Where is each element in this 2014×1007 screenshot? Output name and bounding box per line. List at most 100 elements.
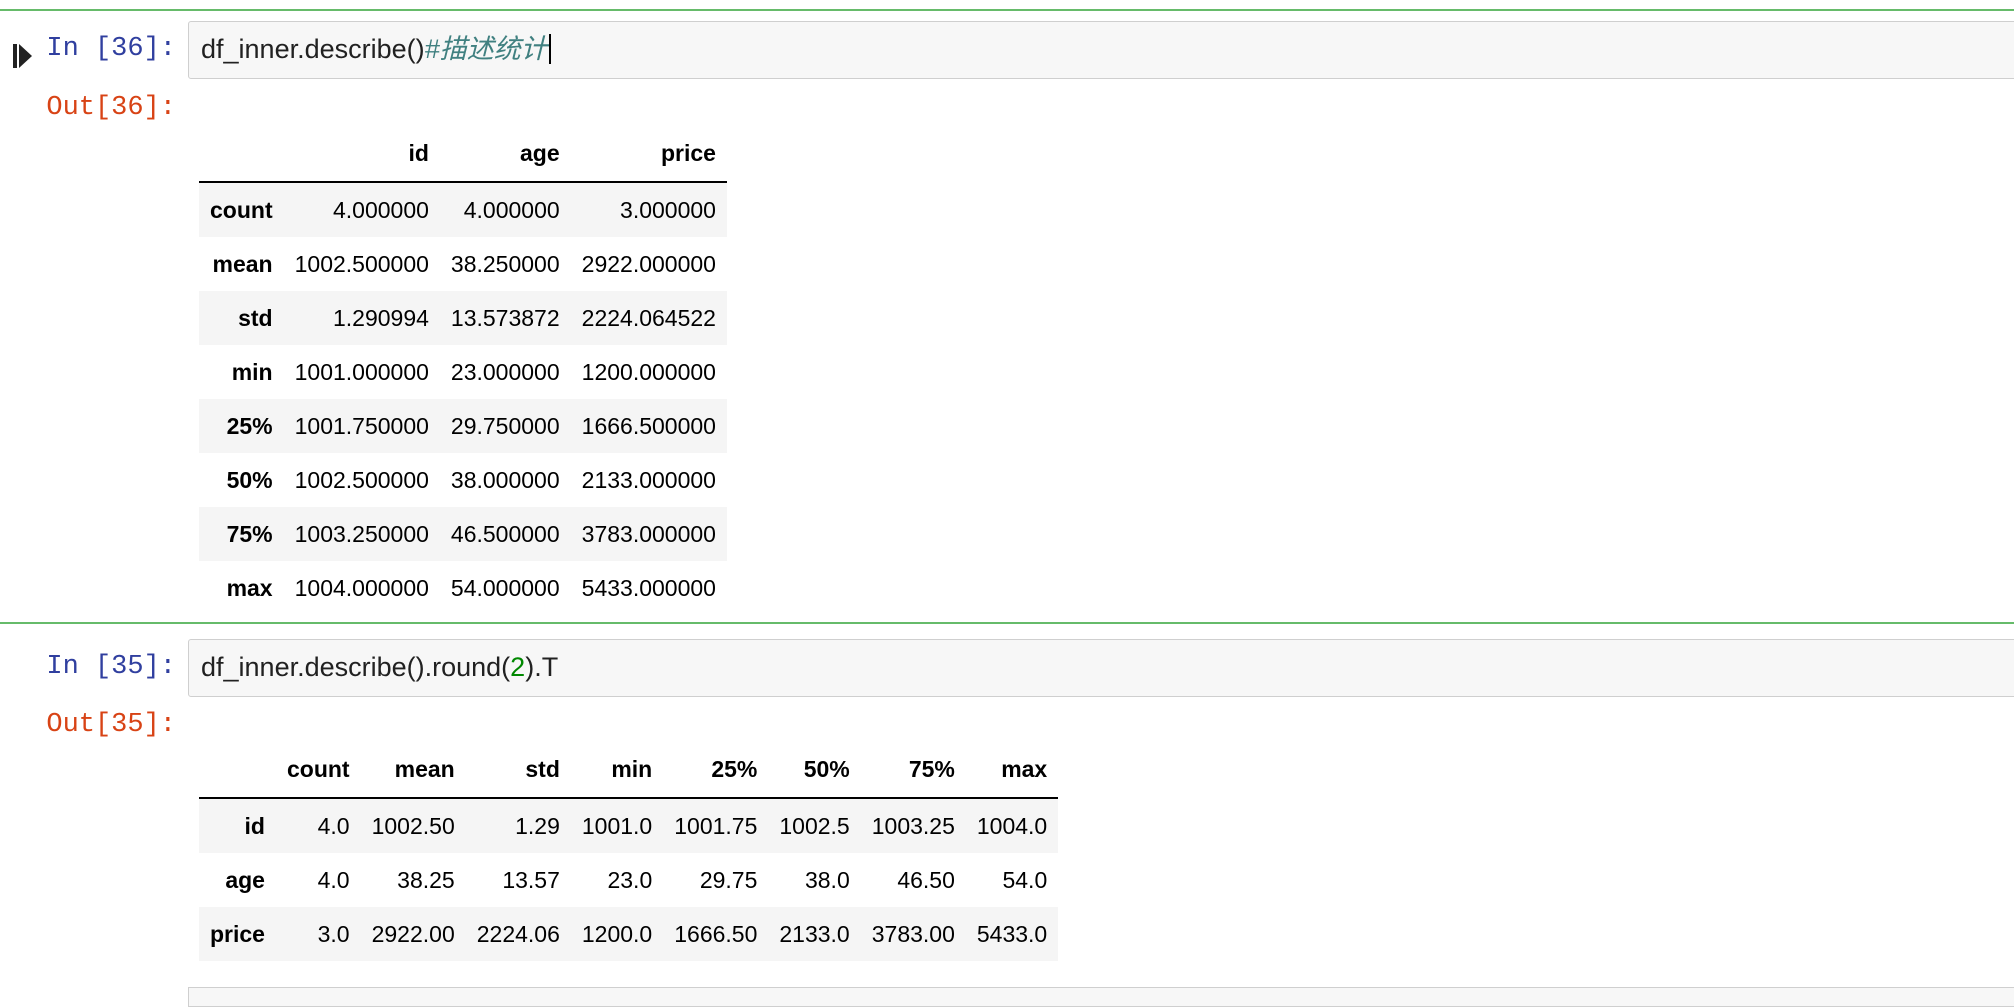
row-label: 75% [226,520,273,547]
selected-cell-top-border [0,9,2014,11]
column-header: price [570,125,727,183]
table-cell: 3.000000 [620,196,716,223]
code-comment: #描述统计 [424,34,548,64]
table-cell: 29.750000 [450,412,560,439]
row-label: count [210,196,273,223]
table-cell: 54.0 [1002,866,1048,893]
table-cell: 1001.000000 [294,358,429,385]
row-label: min [231,358,273,385]
table-cell: 4.000000 [332,196,429,223]
output-prompt: Out[36]: [46,93,176,123]
table-cell: 1003.250000 [294,520,429,547]
table-cell: 13.573872 [450,304,560,331]
table-row: 50% 1002.500000 38.000000 2133.000000 [199,453,727,507]
column-header: mean [360,741,466,799]
table-cell: 1002.500000 [294,466,429,493]
code-text: df_inner.describe().round( [201,652,511,682]
table-cell: 3783.000000 [581,520,716,547]
table-row: 25% 1001.750000 29.750000 1666.500000 [199,399,727,453]
table-cell: 1004.0 [976,812,1048,839]
column-header: 75% [860,741,966,799]
table-cell: 1001.0 [581,812,653,839]
row-label: id [244,812,265,839]
row-label: price [210,920,265,947]
code-text: df_inner.describe() [201,34,425,64]
table-cell: 1.29 [515,812,560,839]
table-cell: 46.500000 [450,520,560,547]
table-cell: 23.0 [607,866,653,893]
output-prompt: Out[35]: [46,710,176,740]
table-cell: 1001.750000 [294,412,429,439]
table-cell: 13.57 [502,866,560,893]
column-header: count [275,741,361,799]
table-row: max 1004.000000 54.000000 5433.000000 [199,561,727,615]
input-prompt: In [35]: [46,652,176,682]
table-cell: 23.000000 [450,358,560,385]
table-cell: 1004.000000 [294,574,429,601]
table-row: std 1.290994 13.573872 2224.064522 [199,291,727,345]
text-cursor [548,34,551,64]
row-label: 25% [226,412,273,439]
table-cell: 1200.000000 [581,358,716,385]
table-cell: 2922.00 [371,920,455,947]
table-cell: 1003.25 [871,812,955,839]
column-header: max [965,741,1059,799]
table-cell: 5433.0 [976,920,1048,947]
table-cell: 2133.0 [779,920,850,947]
table-cell: 2133.000000 [581,466,716,493]
column-header: age [439,125,571,183]
describe-table: id age price count 4.000000 4.000000 3.0… [199,125,727,615]
index-header [199,741,276,799]
column-header: id [283,125,440,183]
code-text-end: ).T [525,652,559,682]
code-editor[interactable]: df_inner.describe()#描述统计 [188,21,2014,79]
column-header: min [570,741,664,799]
code-editor[interactable]: df_inner.describe().round(2).T [188,639,2014,697]
table-cell: 1666.500000 [581,412,716,439]
row-label: age [225,866,265,893]
table-cell: 1.290994 [332,304,429,331]
table-cell: 29.75 [699,866,758,893]
table-cell: 1002.5 [779,812,850,839]
table-row: 75% 1003.250000 46.500000 3783.000000 [199,507,727,561]
selected-cell-bottom-border [0,622,2014,624]
table-cell: 5433.000000 [581,574,716,601]
table-header-row: count mean std min 25% 50% 75% max [199,741,1059,799]
table-cell: 3783.00 [871,920,955,947]
notebook-cell-36[interactable]: In [36]: df_inner.describe()#描述统计 Out[36… [0,9,2014,624]
table-cell: 2224.06 [476,920,560,947]
table-row: id 4.0 1002.50 1.29 1001.0 1001.75 1002.… [199,798,1059,853]
table-cell: 2224.064522 [581,304,716,331]
next-cell-editor[interactable] [188,987,2014,1007]
table-row: mean 1002.500000 38.250000 2922.000000 [199,237,727,291]
table-cell: 38.25 [397,866,455,893]
row-label: 50% [226,466,273,493]
table-cell: 1001.75 [674,812,758,839]
transposed-describe-table: count mean std min 25% 50% 75% max id 4.… [199,741,1059,961]
table-cell: 54.000000 [450,574,560,601]
column-header: 50% [768,741,861,799]
table-cell: 38.250000 [450,250,560,277]
table-header-row: id age price [199,125,727,183]
table-row: count 4.000000 4.000000 3.000000 [199,182,727,237]
table-cell: 2922.000000 [581,250,716,277]
table-row: age 4.0 38.25 13.57 23.0 29.75 38.0 46.5… [199,853,1058,907]
table-cell: 4.000000 [463,196,560,223]
input-prompt: In [36]: [46,34,176,64]
table-cell: 46.50 [897,866,955,893]
table-cell: 1200.0 [581,920,653,947]
code-number: 2 [510,652,526,682]
notebook-cell-35[interactable]: In [35]: df_inner.describe().round(2).T … [0,625,2014,992]
table-cell: 4.0 [317,866,350,893]
table-cell: 1002.500000 [294,250,429,277]
table-cell: 3.0 [317,920,350,947]
row-label: mean [212,250,273,277]
row-label: std [238,304,273,331]
table-row: price 3.0 2922.00 2224.06 1200.0 1666.50… [199,907,1059,961]
row-label: max [226,574,273,601]
index-header [199,125,284,183]
table-cell: 1002.50 [371,812,455,839]
table-row: min 1001.000000 23.000000 1200.000000 [199,345,727,399]
table-cell: 38.0 [804,866,850,893]
table-cell: 1666.50 [674,920,758,947]
